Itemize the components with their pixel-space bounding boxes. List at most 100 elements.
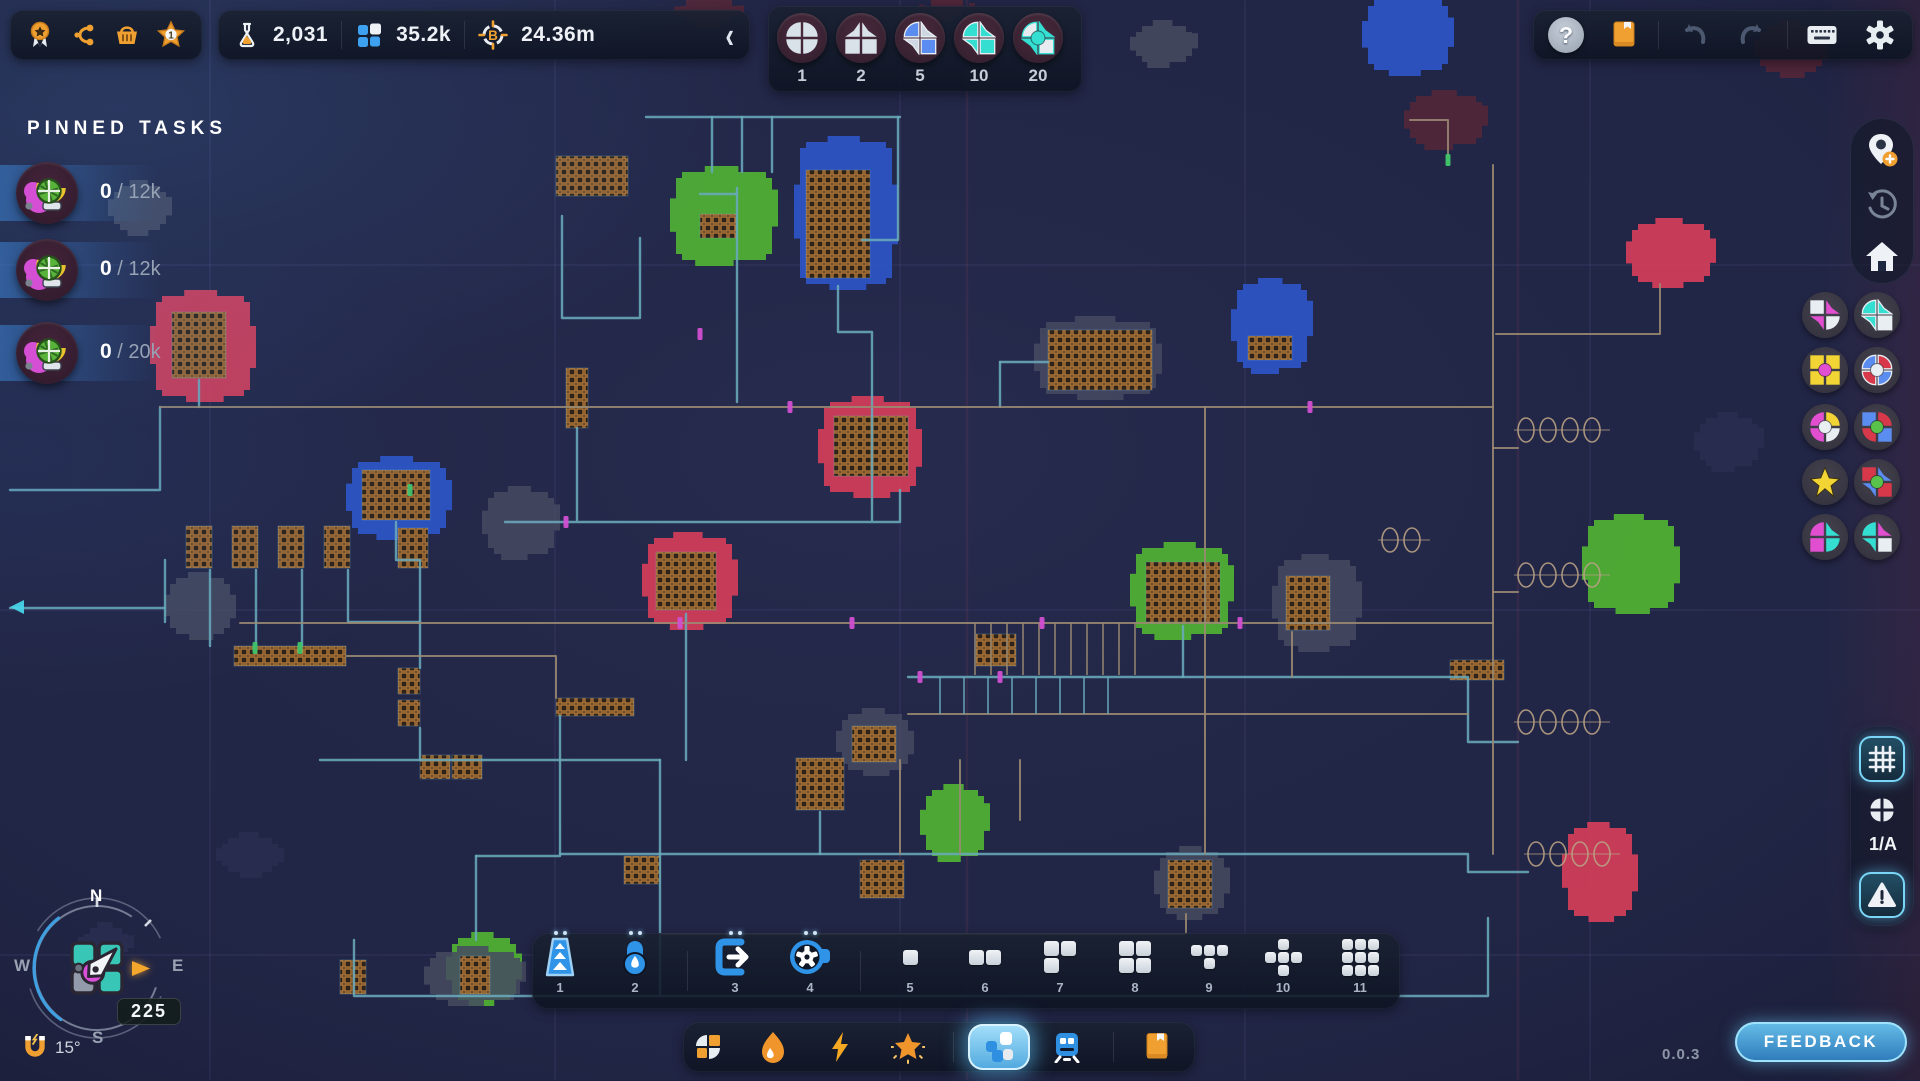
help-button[interactable]: ? [1543,12,1589,58]
hotkey-label: 11 [1328,980,1392,995]
shape-badge-count: 2 [831,66,891,86]
platform-pattern-icon [953,936,1017,978]
resources-panel: 2,031 35.2k B 24.36m [218,10,750,60]
tool-pipe[interactable]: 2 [603,936,667,995]
shape-badge-count: 1 [772,66,832,86]
platform-3x3[interactable]: 11 [1328,936,1392,995]
map-shape-filter[interactable] [1854,404,1900,450]
hotkey-pips [528,931,592,935]
shape-badge-count: 20 [1008,66,1068,86]
tool-machine[interactable]: 4 [778,936,842,995]
compass[interactable]: N W E S 225 15° [12,880,202,1076]
map-shape-filter[interactable] [1854,292,1900,338]
compass-east: E [172,956,183,976]
category-energy[interactable] [818,1026,862,1068]
tool-extractor[interactable]: 3 [703,936,767,995]
platform-L[interactable]: 7 [1028,936,1092,995]
divider [1113,1032,1114,1062]
shape-badge[interactable]: 5 [890,13,950,86]
map-shape-filter[interactable] [1802,459,1848,505]
settings-gear-icon[interactable] [1857,12,1903,58]
hotkey-label: 8 [1103,980,1167,995]
svg-text:B: B [488,28,498,43]
compass-heading: 225 [117,998,181,1025]
divider [953,1032,954,1062]
feedback-button[interactable]: FEEDBACK [1735,1022,1907,1062]
category-shapes[interactable] [686,1026,730,1068]
tool-belt[interactable]: 1 [528,936,592,995]
map-shape-filter[interactable] [1854,459,1900,505]
history-icon[interactable] [1859,182,1905,228]
platform-T[interactable]: 9 [1177,936,1241,995]
svg-text:1: 1 [168,30,174,41]
shape-badge[interactable]: 10 [949,13,1009,86]
top-left-menu-panel: 1 [10,10,202,60]
shape-badge[interactable]: 20 [1008,13,1068,86]
compass-north: N [90,886,102,906]
shape-badge-icon [836,13,886,63]
divider [341,21,342,49]
version-label: 0.0.3 [1662,1046,1700,1063]
task-shape-icon [16,239,78,301]
platform-2x2[interactable]: 8 [1103,936,1167,995]
category-journal[interactable] [1135,1026,1179,1068]
divider [687,951,688,991]
shape-badge[interactable]: 1 [772,13,832,86]
hotkey-label: 1 [528,980,592,995]
blueprint-points-value: 35.2k [396,23,451,47]
shape-badge-icon [895,13,945,63]
shop-basket-icon[interactable] [113,21,141,49]
divider [1658,21,1659,49]
journal-button[interactable] [1601,12,1647,58]
hotkey-label: 2 [603,980,667,995]
map-shape-filter[interactable] [1802,514,1848,560]
grid-toggle-button[interactable] [1859,736,1905,782]
undo-button[interactable] [1671,12,1717,58]
map-shape-filter[interactable] [1854,514,1900,560]
platform-1x2[interactable]: 6 [953,936,1017,995]
shape-badge-count: 10 [949,66,1009,86]
category-goals[interactable] [886,1026,930,1068]
achievements-icon[interactable] [26,21,54,49]
hotkey-label: 6 [953,980,1017,995]
map-shape-filter[interactable] [1802,292,1848,338]
category-platforms[interactable] [977,1026,1021,1068]
help-label: ? [1559,22,1573,49]
world-map[interactable] [0,0,1920,1080]
keybindings-button[interactable] [1799,12,1845,58]
game-viewport[interactable]: 1 2,031 35.2k [0,0,1920,1080]
home-icon[interactable] [1859,234,1905,280]
add-pin-icon[interactable] [1859,128,1905,174]
hotkey-label: 10 [1251,980,1315,995]
hotkey-pips [778,931,842,935]
research-tree-icon[interactable] [69,21,97,49]
magnet-snap-icon[interactable] [20,1032,50,1062]
divider [464,21,465,49]
level-star-icon[interactable]: 1 [156,20,186,50]
extractor-icon [703,936,767,978]
redo-button[interactable] [1729,12,1775,58]
hotkey-label: 5 [878,980,942,995]
shape-overlay-toggle-icon[interactable] [1859,790,1905,830]
shape-badge-icon [954,13,1004,63]
platform-pattern-icon [1028,936,1092,978]
machine-gear-icon [778,936,842,978]
category-trains[interactable] [1045,1026,1089,1068]
map-shape-filter[interactable] [1802,347,1848,393]
map-shape-filter[interactable] [1802,404,1848,450]
platform-pattern-icon [878,936,942,978]
pinned-tasks-title: PINNED TASKS [27,118,227,140]
collapse-resources-chevron[interactable]: ‹ [725,17,734,53]
notifications-warning-button[interactable] [1859,872,1905,918]
shape-badge[interactable]: 2 [831,13,891,86]
platform-cross[interactable]: 10 [1251,936,1315,995]
research-points-value: 2,031 [273,23,328,47]
hotkey-label: 3 [703,980,767,995]
hotkey-pips [603,931,667,935]
platform-1x1[interactable]: 5 [878,936,942,995]
layer-indicator: 1/A [1852,834,1914,855]
category-fluids[interactable] [751,1026,795,1068]
map-shape-filter[interactable] [1854,347,1900,393]
belt-icon [528,936,592,978]
top-right-menu-panel: ? [1533,10,1913,60]
